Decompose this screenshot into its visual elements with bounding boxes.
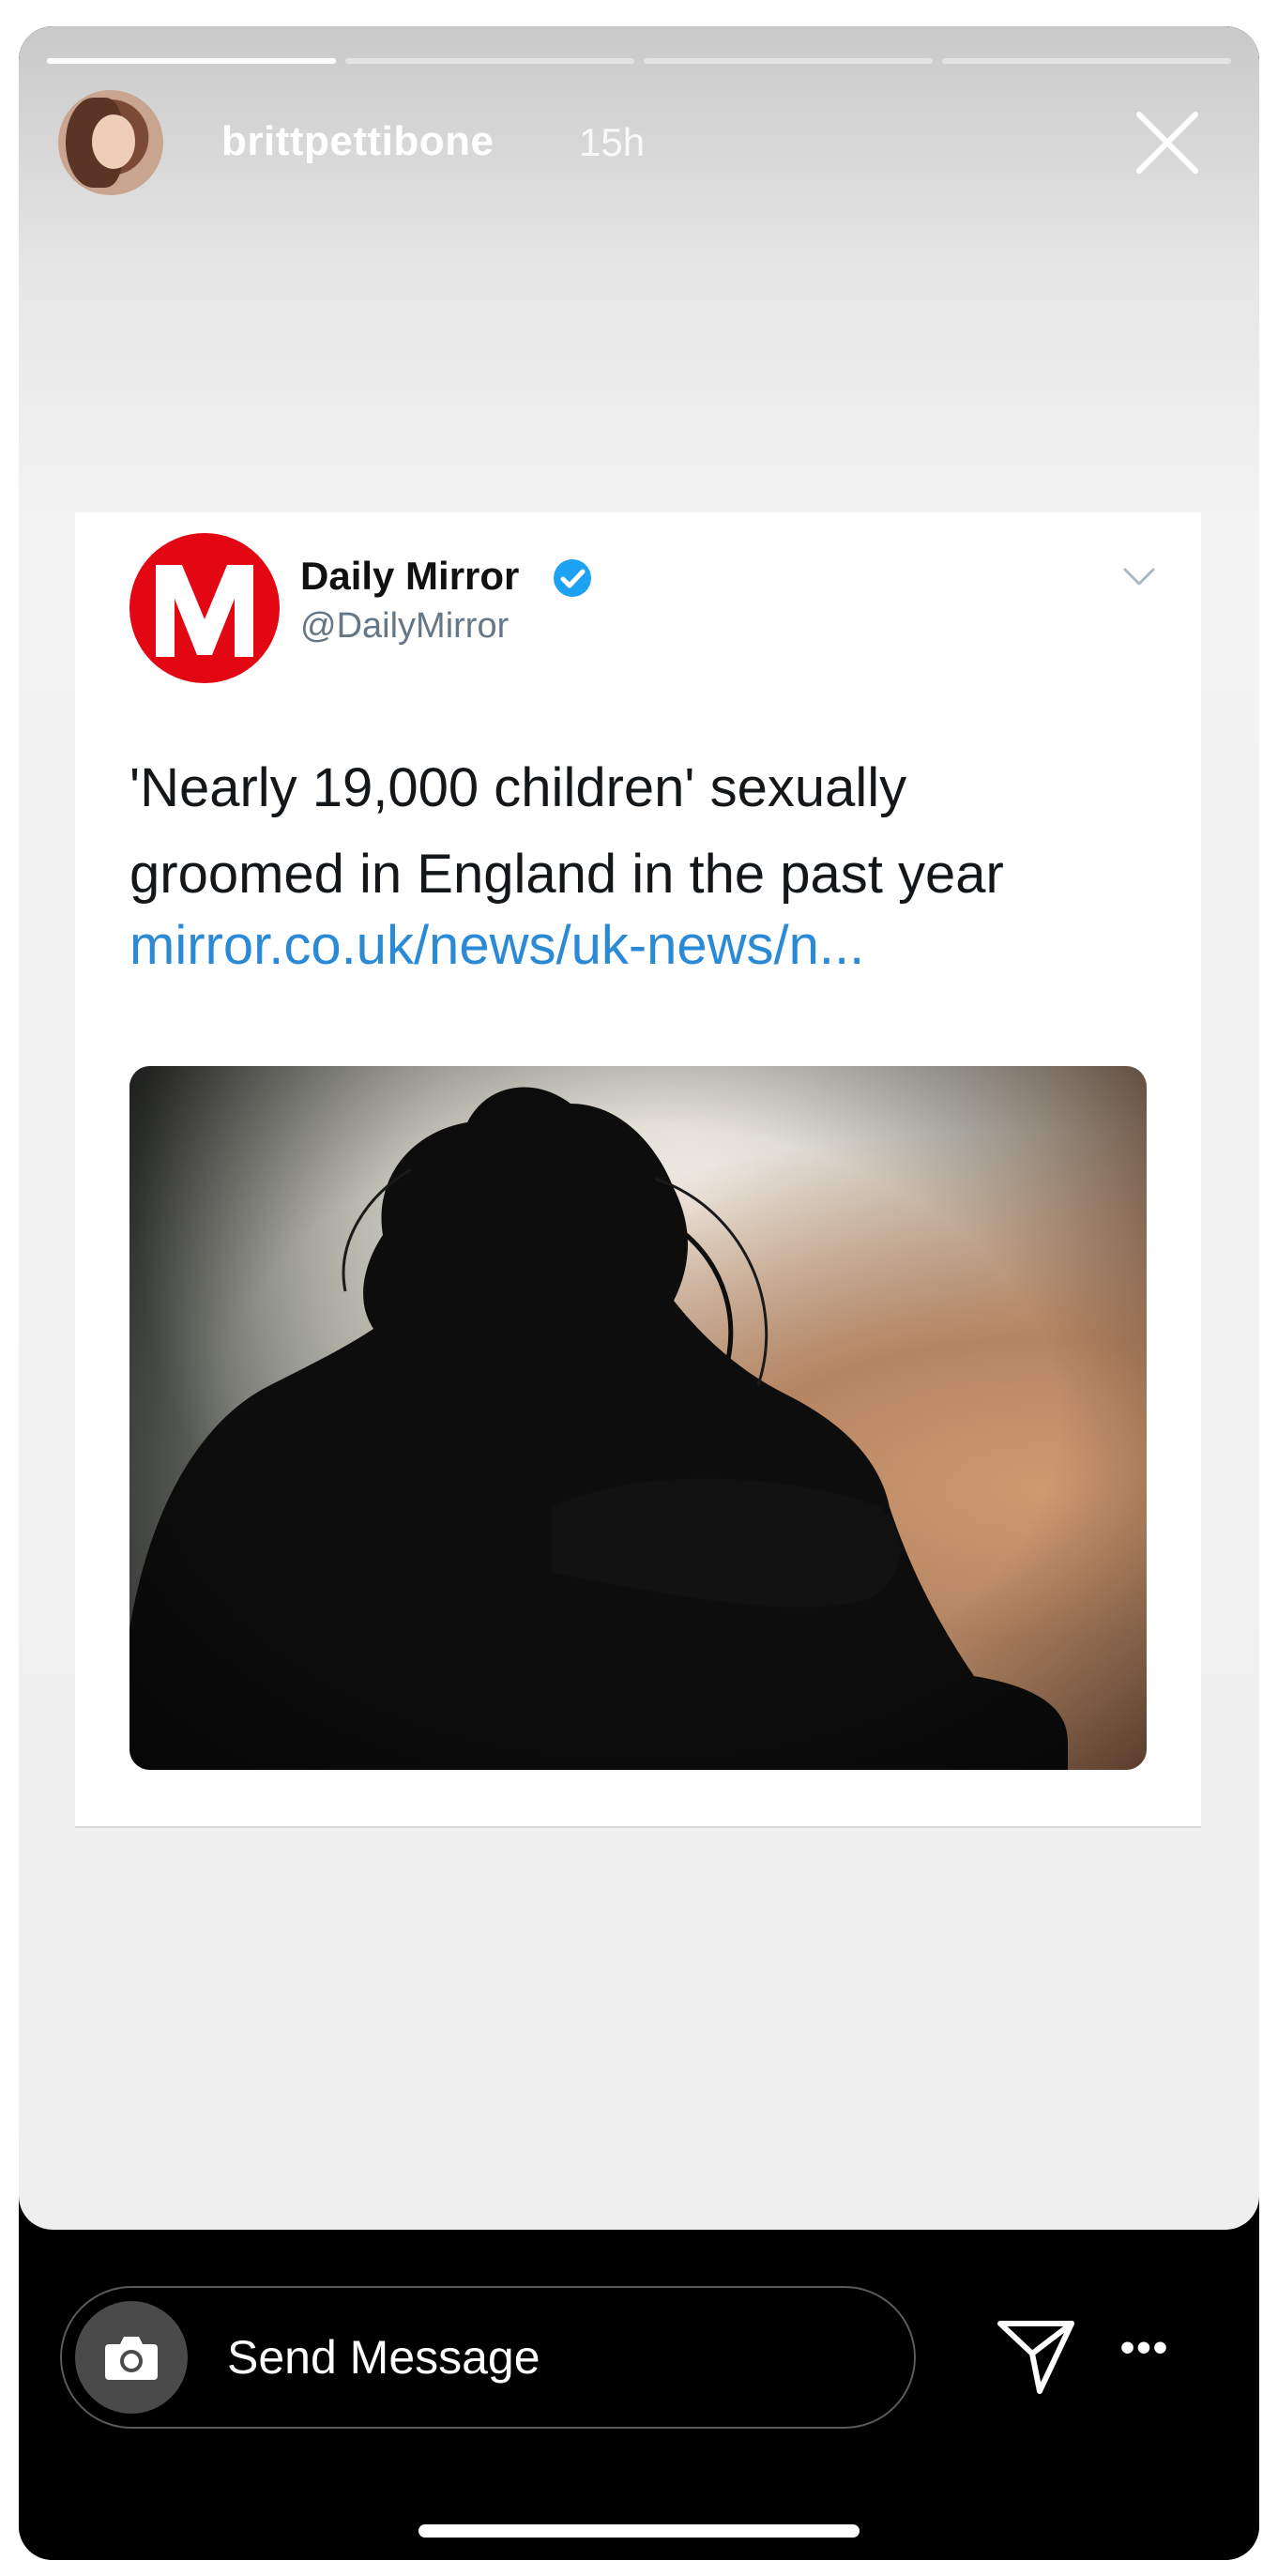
- send-message-field[interactable]: [60, 2286, 916, 2429]
- username[interactable]: brittpettibone: [221, 118, 494, 165]
- more-dots-icon: •••: [1119, 2324, 1170, 2370]
- message-input[interactable]: [227, 2288, 884, 2427]
- progress-fill-1: [47, 58, 336, 64]
- avatar[interactable]: [58, 90, 163, 195]
- story-header: brittpettibone 15h: [58, 90, 1231, 203]
- close-button[interactable]: [1124, 99, 1210, 186]
- daily-mirror-logo: [129, 533, 280, 683]
- camera-icon: [105, 2337, 158, 2380]
- tweet-text-line-2: groomed in England in the past year: [129, 844, 1004, 905]
- story-progress-bars: [47, 58, 1231, 64]
- progress-segment-4: [942, 58, 1231, 64]
- tweet-image[interactable]: [129, 1066, 1147, 1770]
- progress-segment-2: [345, 58, 634, 64]
- more-options-button[interactable]: •••: [1117, 2327, 1173, 2385]
- home-indicator[interactable]: [418, 2524, 860, 2538]
- close-icon: [1136, 112, 1198, 174]
- chevron-down-icon[interactable]: [1122, 567, 1156, 587]
- silhouette-photo: [129, 1066, 1147, 1770]
- tweet-author-name[interactable]: Daily Mirror: [300, 554, 519, 599]
- camera-button[interactable]: [75, 2301, 188, 2414]
- tweet-text-line-1: 'Nearly 19,000 children' sexually: [129, 757, 907, 818]
- verified-badge-icon: [552, 557, 593, 599]
- story-timestamp: 15h: [579, 120, 646, 164]
- share-button[interactable]: [991, 2310, 1081, 2401]
- tweet-link[interactable]: mirror.co.uk/news/uk-news/n...: [129, 914, 864, 977]
- story-reply-bar: •••: [19, 2230, 1259, 2560]
- paper-plane-icon: [997, 2321, 1074, 2394]
- tweet-author-handle[interactable]: @DailyMirror: [300, 606, 509, 647]
- story-viewer: brittpettibone 15h Daily Mirror @DailyMi…: [19, 26, 1259, 2560]
- embedded-tweet-card[interactable]: Daily Mirror @DailyMirror 'Nearly 19,000…: [75, 512, 1201, 1828]
- tweet-text: 'Nearly 19,000 children' sexually groome…: [129, 745, 1171, 918]
- story-content[interactable]: brittpettibone 15h Daily Mirror @DailyMi…: [19, 26, 1259, 2230]
- avatar-face: [92, 114, 135, 169]
- progress-segment-3: [644, 58, 933, 64]
- progress-segment-1: [47, 58, 336, 64]
